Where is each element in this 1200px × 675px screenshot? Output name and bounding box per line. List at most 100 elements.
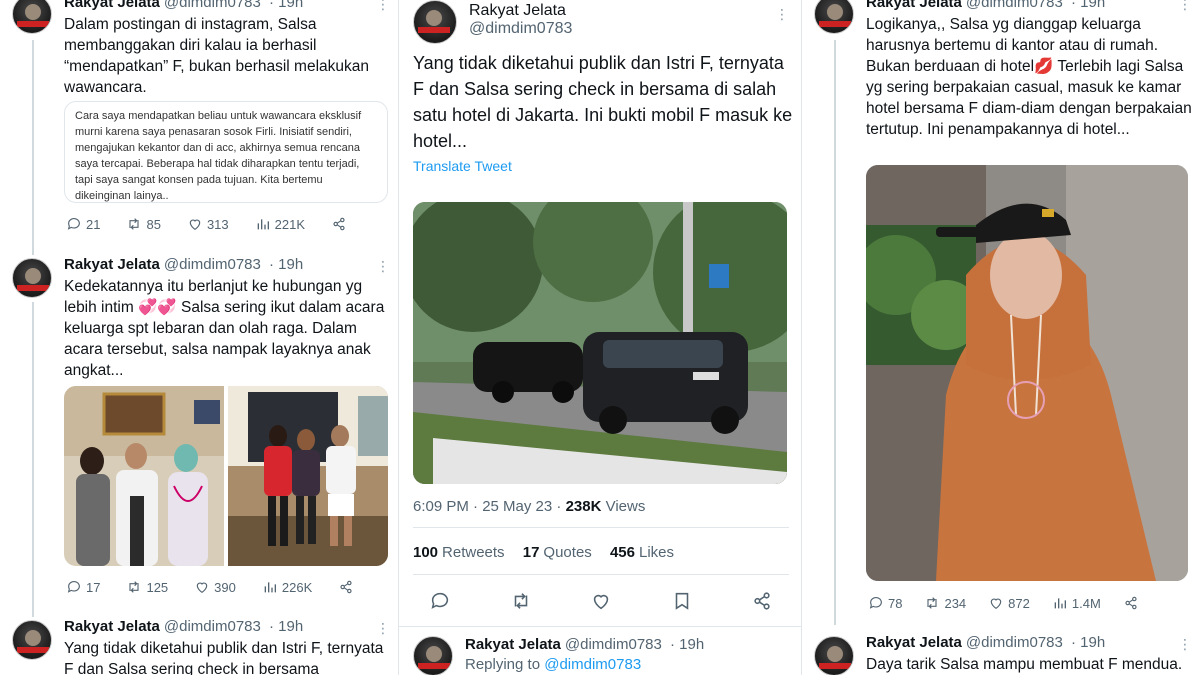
like-button[interactable]: 313 <box>187 216 229 232</box>
retweet-button[interactable]: 85 <box>126 216 161 232</box>
retweet-count: 85 <box>146 216 161 232</box>
more-options-icon[interactable]: ⋮ <box>376 258 391 275</box>
like-button[interactable]: 872 <box>988 595 1030 611</box>
engagement-stats: 100 Retweets 17 Quotes 456 Likes <box>413 544 688 561</box>
avatar[interactable] <box>413 0 457 44</box>
author-name[interactable]: Rakyat Jelata <box>465 636 561 653</box>
tweet-time[interactable]: · 19h <box>670 636 704 653</box>
author-name[interactable]: Rakyat Jelata <box>64 618 160 635</box>
retweet-icon <box>126 216 142 232</box>
photo-family-event[interactable] <box>64 386 224 566</box>
retweets-stat[interactable]: 100 Retweets <box>413 544 505 561</box>
heart-icon <box>187 216 203 232</box>
share-icon <box>331 216 347 232</box>
more-options-icon[interactable]: ⋮ <box>775 6 790 23</box>
reply-count: 17 <box>86 579 101 595</box>
views-button[interactable]: 226K <box>262 579 312 595</box>
tweet-actions: 78 234 872 1.4M <box>868 595 1143 611</box>
tweet-actions: 21 85 313 221K <box>66 216 377 232</box>
view-count: 238K <box>565 498 602 515</box>
share-button[interactable] <box>1123 595 1143 611</box>
tweet-timestamp[interactable]: 6:09 PM · 25 May 23 · 238K Views <box>413 498 645 515</box>
retweet-button[interactable]: 125 <box>126 579 168 595</box>
divider <box>399 626 801 627</box>
views-button[interactable]: 1.4M <box>1052 595 1101 611</box>
bookmark-icon[interactable] <box>671 590 693 612</box>
tweet-header: Rakyat Jelata @dimdim0783 · 19h <box>465 636 704 653</box>
author-name[interactable]: Rakyat Jelata <box>64 0 160 11</box>
author-handle[interactable]: @dimdim0783 <box>565 636 662 653</box>
share-button[interactable] <box>338 579 358 595</box>
tweet-header: Rakyat Jelata @dimdim0783 · 19h <box>64 0 303 11</box>
avatar[interactable] <box>814 636 854 675</box>
tweet-time[interactable]: · 19h <box>269 618 303 635</box>
views-button[interactable]: 221K <box>255 216 305 232</box>
hearts-emoji: 💞💞 <box>138 299 177 316</box>
retweet-count: 125 <box>146 579 169 595</box>
more-options-icon[interactable]: ⋮ <box>1178 636 1193 653</box>
tweet-time[interactable]: · 19h <box>269 0 303 11</box>
replying-to: Replying to @dimdim0783 <box>465 656 641 673</box>
share-icon <box>338 579 354 595</box>
author-handle[interactable]: @dimdim0783 <box>966 0 1063 11</box>
author-handle[interactable]: @dimdim0783 <box>164 618 261 635</box>
author-name[interactable]: Rakyat Jelata <box>64 256 160 273</box>
author-handle[interactable]: @dimdim0783 <box>164 256 261 273</box>
views-icon <box>262 579 278 595</box>
heart-icon <box>194 579 210 595</box>
tweet-text: Kedekatannya itu berlanjut ke hubungan y… <box>64 276 390 381</box>
retweet-button[interactable]: 234 <box>924 595 966 611</box>
more-options-icon[interactable]: ⋮ <box>376 0 391 13</box>
kiss-emoji: 💋 <box>1034 58 1054 75</box>
tweet-time[interactable]: · 19h <box>269 256 303 273</box>
translate-tweet-link[interactable]: Translate Tweet <box>413 158 512 174</box>
author-handle[interactable]: @dimdim0783 <box>469 20 572 38</box>
tweet-text: Logikanya,, Salsa yg dianggap keluarga h… <box>866 14 1192 140</box>
reply-icon <box>66 579 82 595</box>
replying-handle-link[interactable]: @dimdim0783 <box>544 656 641 673</box>
like-button[interactable]: 390 <box>194 579 236 595</box>
views-icon <box>1052 595 1068 611</box>
avatar[interactable] <box>413 636 453 675</box>
share-icon <box>1123 595 1139 611</box>
replying-label: Replying to <box>465 656 545 673</box>
author-handle[interactable]: @dimdim0783 <box>164 0 261 11</box>
photo-car-at-hotel[interactable] <box>413 202 787 484</box>
main-tweet-column: Rakyat Jelata @dimdim0783 ⋮ Yang tidak d… <box>398 0 802 675</box>
retweet-icon[interactable] <box>510 590 532 612</box>
like-count: 390 <box>214 579 236 595</box>
avatar[interactable] <box>12 258 52 298</box>
likes-stat[interactable]: 456 Likes <box>610 544 674 561</box>
avatar[interactable] <box>814 0 854 34</box>
tweet-header: Rakyat Jelata @dimdim0783 · 19h <box>64 256 303 273</box>
reply-button[interactable]: 21 <box>66 216 100 232</box>
author-handle[interactable]: @dimdim0783 <box>966 634 1063 651</box>
view-count: 1.4M <box>1071 595 1101 611</box>
more-options-icon[interactable]: ⋮ <box>1178 0 1193 13</box>
reply-icon <box>868 595 884 611</box>
avatar[interactable] <box>12 0 52 34</box>
views-icon <box>255 216 271 232</box>
share-icon[interactable] <box>751 590 773 612</box>
avatar[interactable] <box>12 620 52 660</box>
photo-sport-event[interactable] <box>228 386 388 566</box>
photo-woman-in-hoodie[interactable] <box>866 165 1188 581</box>
post-time: 6:09 PM · 25 May 23 · <box>413 498 566 515</box>
share-button[interactable] <box>331 216 351 232</box>
author-name[interactable]: Rakyat Jelata <box>866 634 962 651</box>
tweet-time[interactable]: · 19h <box>1071 634 1105 651</box>
reply-icon[interactable] <box>429 590 451 612</box>
right-thread-column: Rakyat Jelata @dimdim0783 · 19h ⋮ Logikan… <box>802 0 1200 675</box>
like-count: 872 <box>1008 595 1030 611</box>
more-options-icon[interactable]: ⋮ <box>376 620 391 637</box>
reply-button[interactable]: 17 <box>66 579 100 595</box>
quoted-caption[interactable]: Cara saya mendapatkan beliau untuk wawan… <box>64 101 388 203</box>
heart-icon[interactable] <box>590 590 612 612</box>
like-count: 313 <box>206 216 229 232</box>
tweet-text: Daya tarik Salsa mampu membuat F mendua. <box>866 656 1183 673</box>
author-name[interactable]: Rakyat Jelata <box>866 0 962 11</box>
quotes-stat[interactable]: 17 Quotes <box>523 544 592 561</box>
author-name[interactable]: Rakyat Jelata <box>469 2 566 20</box>
tweet-time[interactable]: · 19h <box>1071 0 1105 11</box>
reply-button[interactable]: 78 <box>868 595 902 611</box>
